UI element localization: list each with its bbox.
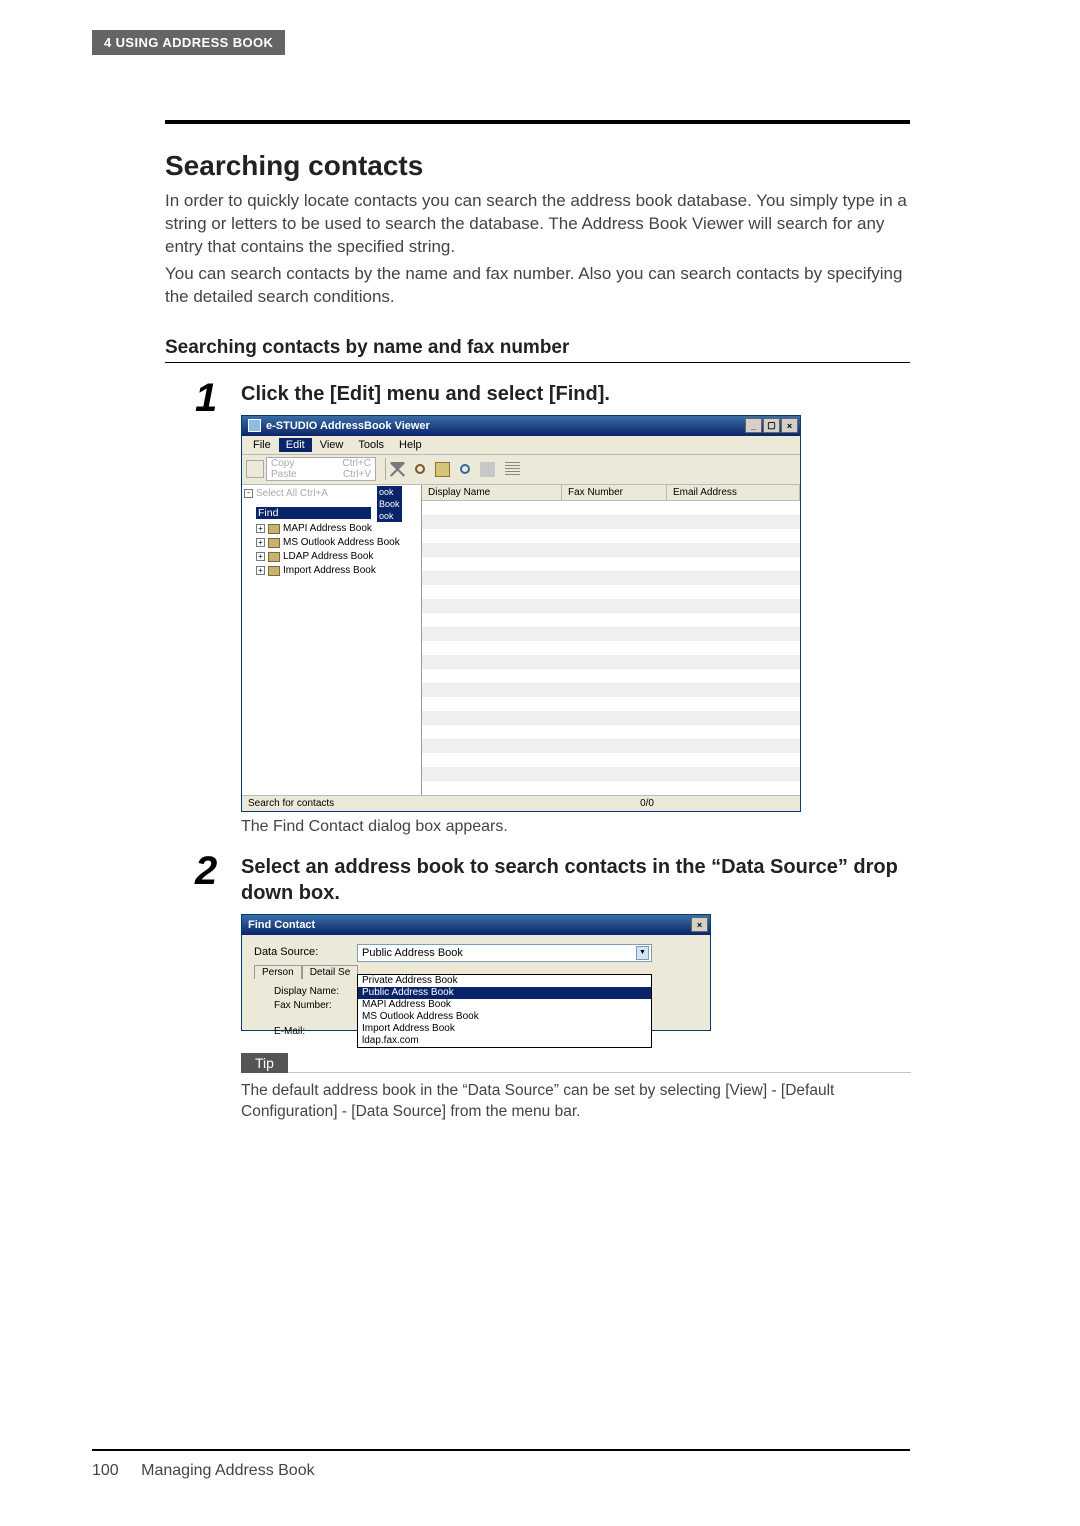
option-private[interactable]: Private Address Book <box>358 975 651 987</box>
option-outlook[interactable]: MS Outlook Address Book <box>358 1011 651 1023</box>
toolbar-insert-icon[interactable] <box>480 462 495 477</box>
intro-paragraph-1: In order to quickly locate contacts you … <box>165 190 910 259</box>
tab-detail[interactable]: Detail Se <box>302 965 359 979</box>
footer-title: Managing Address Book <box>141 1462 314 1479</box>
chevron-down-icon[interactable]: ▼ <box>636 946 649 960</box>
tip-text: The default address book in the “Data So… <box>241 1081 906 1123</box>
label-display-name: Display Name: <box>274 985 339 999</box>
menu-tools[interactable]: Tools <box>351 438 391 452</box>
horizontal-rule-bottom <box>92 1449 910 1451</box>
tree-suffix-0: ook <box>377 486 402 498</box>
tree-highlight-stack: ook Book ook <box>377 486 402 522</box>
col-display-name[interactable]: Display Name <box>422 485 562 500</box>
tree-suffix-2: ook <box>377 510 402 522</box>
edit-dropdown-menu[interactable]: CopyCtrl+C PasteCtrl+V <box>266 457 376 481</box>
menu-edit[interactable]: Edit <box>279 438 312 452</box>
addressbook-viewer-window: e-STUDIO AddressBook Viewer _ ▢ × File E… <box>241 415 801 812</box>
step-1-number: 1 <box>195 381 229 415</box>
horizontal-rule-top <box>165 120 910 124</box>
chapter-header: 4 USING ADDRESS BOOK <box>92 30 285 55</box>
option-ldap[interactable]: ldap.fax.com <box>358 1035 651 1047</box>
toolbar-list-icon[interactable] <box>505 462 520 477</box>
minimize-button[interactable]: _ <box>745 418 762 433</box>
label-fax-number: Fax Number: <box>274 999 339 1013</box>
tree-collapse[interactable]: - <box>244 489 253 498</box>
tree-item-ldap[interactable]: + LDAP Address Book <box>244 550 419 564</box>
step-1: 1 Click the [Edit] menu and select [Find… <box>195 381 910 836</box>
tip-block: Tip The default address book in the “Dat… <box>241 1053 911 1123</box>
tree-pane: - Select All Ctrl+A ook Book ook Find <box>242 485 422 795</box>
step-1-title: Click the [Edit] menu and select [Find]. <box>241 381 910 407</box>
folder-icon <box>268 538 280 548</box>
menu-file[interactable]: File <box>246 438 278 452</box>
window-title: e-STUDIO AddressBook Viewer <box>266 420 430 432</box>
step-2: 2 Select an address book to search conta… <box>195 854 910 1123</box>
tip-label: Tip <box>241 1053 288 1073</box>
data-source-value: Public Address Book <box>362 947 463 959</box>
label-email: E-Mail: <box>274 1025 339 1039</box>
dialog-title: Find Contact <box>248 919 315 931</box>
titlebar: e-STUDIO AddressBook Viewer _ ▢ × <box>242 416 800 436</box>
edit-menu-find[interactable]: Find <box>256 507 371 519</box>
toolbar-separator <box>385 458 386 480</box>
section-title: Searching contacts <box>165 150 910 182</box>
list-rows <box>422 501 800 795</box>
data-source-options[interactable]: Private Address Book Public Address Book… <box>357 974 652 1048</box>
option-mapi[interactable]: MAPI Address Book <box>358 999 651 1011</box>
status-left: Search for contacts <box>248 798 334 809</box>
tab-person[interactable]: Person <box>254 965 302 979</box>
step-2-title: Select an address book to search contact… <box>241 854 911 906</box>
tree-item-import[interactable]: + Import Address Book <box>244 564 419 578</box>
page-number: 100 <box>92 1462 119 1479</box>
toolbar-icon-leading[interactable] <box>246 460 264 478</box>
intro-paragraph-2: You can search contacts by the name and … <box>165 263 910 309</box>
folder-icon <box>268 524 280 534</box>
toolbar-refresh-icon[interactable] <box>460 464 470 474</box>
dialog-close-button[interactable]: × <box>691 917 708 932</box>
col-email[interactable]: Email Address <box>667 485 800 500</box>
close-button[interactable]: × <box>781 418 798 433</box>
chapter-text: 4 USING ADDRESS BOOK <box>104 35 273 50</box>
edit-menu-selectall[interactable]: Select All Ctrl+A <box>256 488 328 499</box>
dialog-titlebar: Find Contact × <box>242 915 710 935</box>
statusbar: Search for contacts 0/0 <box>242 795 800 811</box>
list-pane: Display Name Fax Number Email Address <box>422 485 800 795</box>
find-contact-dialog: Find Contact × Data Source: Public Addre… <box>241 914 711 1031</box>
data-source-select[interactable]: Public Address Book ▼ <box>357 944 652 962</box>
status-right: 0/0 <box>640 798 654 809</box>
folder-icon <box>268 552 280 562</box>
list-header: Display Name Fax Number Email Address <box>422 485 800 501</box>
main-content: Searching contacts In order to quickly l… <box>165 150 910 1123</box>
data-source-label: Data Source: <box>254 946 318 958</box>
tip-divider <box>241 1072 911 1073</box>
footer: 100 Managing Address Book <box>92 1462 315 1480</box>
subhead: Searching contacts by name and fax numbe… <box>165 337 910 363</box>
toolbar-delete-icon[interactable] <box>390 462 405 477</box>
option-import[interactable]: Import Address Book <box>358 1023 651 1035</box>
tree-suffix-1: Book <box>377 498 402 510</box>
field-labels: Display Name: Fax Number: E-Mail: <box>274 985 339 1039</box>
toolbar: CopyCtrl+C PasteCtrl+V <box>242 455 800 485</box>
step-1-caption: The Find Contact dialog box appears. <box>241 818 910 836</box>
col-fax-number[interactable]: Fax Number <box>562 485 667 500</box>
tree-item-outlook[interactable]: + MS Outlook Address Book <box>244 536 419 550</box>
app-icon <box>248 419 261 432</box>
option-public[interactable]: Public Address Book <box>358 987 651 999</box>
maximize-button[interactable]: ▢ <box>763 418 780 433</box>
toolbar-find-icon[interactable] <box>415 464 425 474</box>
folder-icon <box>268 566 280 576</box>
menu-view[interactable]: View <box>313 438 351 452</box>
toolbar-copy-icon[interactable] <box>435 462 450 477</box>
menubar: File Edit View Tools Help <box>242 436 800 455</box>
tree-item-mapi[interactable]: + MAPI Address Book <box>244 522 419 536</box>
step-2-number: 2 <box>195 854 229 888</box>
menu-help[interactable]: Help <box>392 438 429 452</box>
